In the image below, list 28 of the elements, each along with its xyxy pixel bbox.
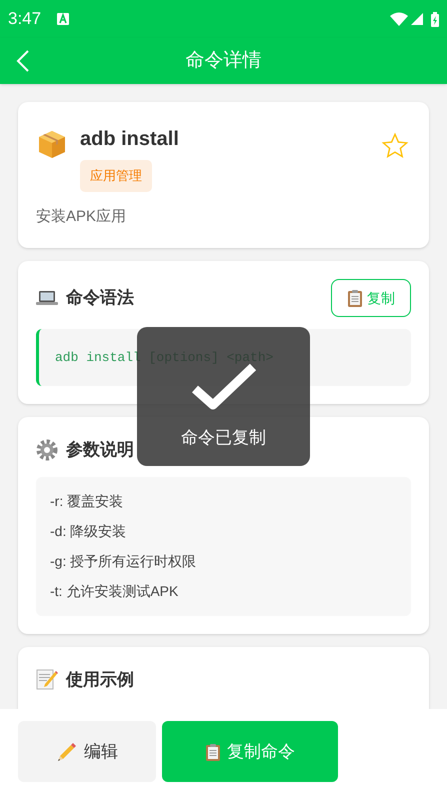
- edit-button[interactable]: 编辑: [18, 721, 156, 782]
- param-item: -d: 降级安装: [50, 522, 128, 540]
- battery-icon: [431, 12, 439, 26]
- copy-command-button[interactable]: 复制命令: [162, 721, 338, 782]
- toast-message: 命令已复制: [181, 426, 266, 448]
- param-item: -g: 授予所有运行时权限: [50, 552, 198, 570]
- pencil-icon: [56, 740, 78, 762]
- section-title: 使用示例: [66, 668, 134, 690]
- section-title: 命令语法: [66, 287, 134, 310]
- notification-icon: [57, 13, 70, 25]
- laptop-icon: [36, 290, 58, 306]
- command-description: 安装APK应用: [36, 206, 128, 226]
- category-tag: 应用管理: [80, 160, 152, 192]
- status-time: 3:47: [8, 8, 42, 30]
- gear-icon: [36, 438, 58, 461]
- favorite-star-icon[interactable]: [381, 132, 409, 160]
- param-item: -r: 覆盖安装: [50, 492, 124, 510]
- command-name: adb install: [80, 127, 179, 152]
- wifi-icon: [390, 12, 408, 26]
- memo-icon: [36, 668, 58, 690]
- page-title: 命令详情: [186, 48, 262, 73]
- package-icon: [36, 128, 68, 160]
- section-title: 参数说明: [66, 439, 134, 461]
- signal-icon: [411, 13, 423, 25]
- clipboard-icon: [347, 289, 363, 307]
- param-item: -t: 允许安装测试APK: [50, 582, 180, 600]
- clipboard-icon: [205, 742, 221, 760]
- copy-button[interactable]: 复制: [331, 279, 411, 317]
